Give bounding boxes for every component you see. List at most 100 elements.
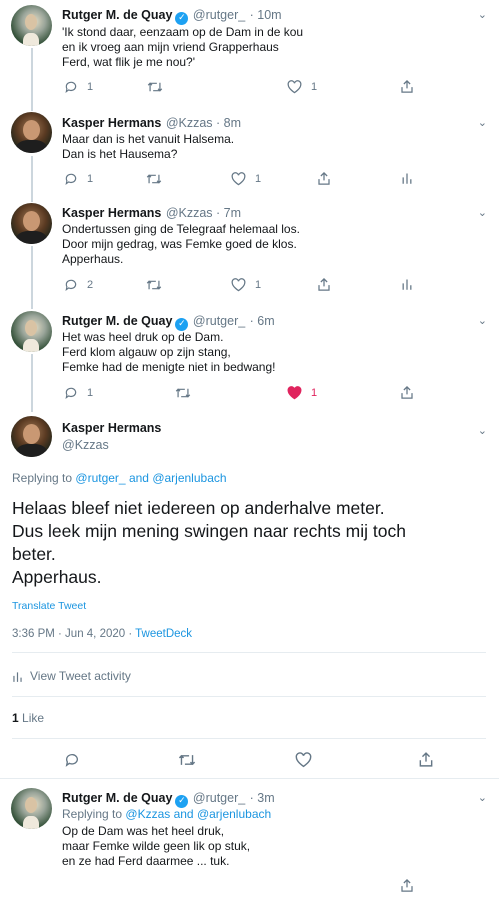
tweet-text: Maar dan is het vanuit Halsema. Dan is h…	[62, 132, 235, 161]
thread-tweet[interactable]: Rutger M. de Quay ✓ @rutger_ · 10m ⌄ 'Ik …	[0, 0, 499, 108]
reply-icon	[65, 81, 77, 94]
tweet-timestamp-row: 3:36 PM · Jun 4, 2020 · TweetDeck	[12, 628, 192, 640]
thread-tweet[interactable]: Kasper Hermans @Kzzas · 8m ⌄ Maar dan is…	[0, 108, 499, 198]
translate-tweet-link[interactable]: Translate Tweet	[12, 600, 86, 612]
tweet-text: Ondertussen ging de Telegraaf helemaal l…	[62, 222, 300, 266]
like-count: 1	[255, 173, 262, 185]
mention-link[interactable]: @Kzzas and @arjenlubach	[125, 807, 271, 821]
retweet-button[interactable]	[146, 278, 162, 292]
chevron-down-icon[interactable]: ⌄	[478, 116, 487, 129]
author-name[interactable]: Rutger M. de Quay	[62, 314, 172, 328]
reply-icon	[65, 754, 78, 767]
reply-count: 1	[87, 81, 94, 93]
like-icon	[287, 386, 302, 400]
share-icon	[401, 878, 413, 892]
share-icon	[419, 752, 433, 767]
like-icon	[295, 752, 312, 768]
like-button[interactable]	[295, 752, 312, 768]
reply-count: 1	[87, 387, 94, 399]
author-name[interactable]: Kasper Hermans	[62, 116, 161, 130]
tweet-header: Rutger M. de Quay ✓ @rutger_ · 3m	[62, 789, 275, 808]
tweet-time[interactable]: · 10m	[250, 8, 282, 22]
divider	[12, 738, 486, 739]
share-button[interactable]	[400, 878, 414, 893]
tweet-timestamp[interactable]: 3:36 PM · Jun 4, 2020 ·	[12, 628, 135, 640]
retweet-button[interactable]	[175, 386, 191, 400]
author-handle[interactable]: @rutger_	[193, 8, 245, 22]
verified-badge-icon: ✓	[175, 12, 189, 25]
view-tweet-activity-label: View Tweet activity	[30, 669, 131, 683]
share-icon	[318, 277, 330, 291]
analytics-button[interactable]	[401, 171, 413, 185]
tweet-header: Rutger M. de Quay ✓ @rutger_ · 10m	[62, 6, 282, 25]
reply-icon	[65, 279, 77, 292]
share-button[interactable]	[400, 79, 414, 94]
author-handle[interactable]: @Kzzas	[62, 438, 109, 452]
retweet-button[interactable]	[147, 80, 163, 94]
analytics-button[interactable]	[401, 277, 413, 291]
author-name[interactable]: Kasper Hermans	[62, 421, 161, 435]
share-icon	[401, 385, 413, 399]
like-icon	[231, 172, 246, 186]
like-button[interactable]: 1	[231, 172, 261, 186]
reply-button[interactable]: 2	[64, 278, 93, 292]
like-button[interactable]: 1	[287, 386, 317, 400]
chevron-down-icon[interactable]: ⌄	[478, 791, 487, 804]
retweet-icon	[178, 754, 196, 766]
author-handle[interactable]: @Kzzas · 8m	[166, 116, 241, 130]
likes-count: 1	[12, 711, 19, 725]
retweet-icon	[175, 388, 191, 398]
chevron-down-icon[interactable]: ⌄	[478, 314, 487, 327]
avatar[interactable]	[11, 5, 52, 46]
share-button[interactable]	[317, 277, 331, 292]
like-icon	[231, 278, 246, 292]
retweet-button[interactable]	[146, 172, 162, 186]
analytics-icon	[402, 173, 412, 184]
author-name[interactable]: Rutger M. de Quay	[62, 791, 172, 805]
like-icon	[287, 80, 302, 94]
chevron-down-icon[interactable]: ⌄	[478, 424, 487, 437]
avatar[interactable]	[11, 203, 52, 244]
tweet-header: Kasper Hermans @Kzzas · 8m	[62, 114, 241, 132]
view-tweet-activity[interactable]: View Tweet activity	[12, 669, 131, 683]
like-button[interactable]: 1	[287, 80, 317, 94]
reply-button[interactable]	[64, 752, 80, 768]
avatar[interactable]	[11, 311, 52, 352]
thread-tweet[interactable]: Kasper Hermans @Kzzas · 7m ⌄ Ondertussen…	[0, 198, 499, 306]
client-link[interactable]: TweetDeck	[135, 628, 192, 640]
author-handle[interactable]: @Kzzas · 7m	[166, 206, 241, 220]
author-handle[interactable]: @rutger_	[193, 314, 245, 328]
share-button[interactable]	[400, 385, 414, 400]
mention-link[interactable]: @arjenlubach	[152, 471, 226, 485]
mention-link[interactable]: @rutger_	[75, 471, 125, 485]
like-button[interactable]: 1	[231, 278, 261, 292]
retweet-icon	[147, 82, 163, 92]
tweet-text: Helaas bleef niet iedereen op anderhalve…	[12, 498, 406, 587]
author-name[interactable]: Kasper Hermans	[62, 206, 161, 220]
retweet-button[interactable]	[178, 752, 196, 768]
replying-to-label: Replying to	[62, 807, 123, 821]
like-count: 1	[311, 387, 318, 399]
reply-button[interactable]: 1	[64, 80, 93, 94]
reply-count: 1	[87, 173, 94, 185]
analytics-icon	[402, 279, 412, 290]
avatar[interactable]	[11, 112, 52, 153]
like-count: 1	[255, 279, 262, 291]
share-button[interactable]	[418, 751, 434, 768]
likes-summary[interactable]: 1 Like	[12, 711, 44, 725]
reply-button[interactable]: 1	[64, 386, 93, 400]
author-name[interactable]: Rutger M. de Quay	[62, 8, 172, 22]
share-button[interactable]	[317, 171, 331, 186]
chevron-down-icon[interactable]: ⌄	[478, 8, 487, 21]
avatar[interactable]	[11, 416, 52, 457]
chevron-down-icon[interactable]: ⌄	[478, 206, 487, 219]
analytics-icon	[13, 671, 22, 682]
thread-tweet[interactable]: Rutger M. de Quay ✓ @rutger_ · 6m ⌄ Het w…	[0, 306, 499, 410]
likes-label: Like	[22, 711, 45, 725]
tweet-time[interactable]: · 3m	[250, 791, 275, 805]
avatar[interactable]	[11, 788, 52, 829]
reply-tweet[interactable]: Rutger M. de Quay ✓ @rutger_ · 3m ⌄ Reply…	[0, 779, 499, 899]
reply-button[interactable]: 1	[64, 172, 93, 186]
tweet-time[interactable]: · 6m	[250, 314, 275, 328]
author-handle[interactable]: @rutger_	[193, 791, 245, 805]
